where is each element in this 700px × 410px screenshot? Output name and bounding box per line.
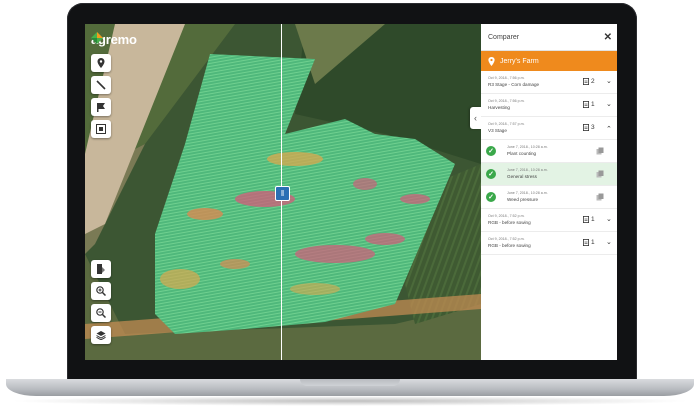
compare-icon	[97, 264, 105, 274]
copy-icon[interactable]	[596, 147, 604, 155]
report-count: 1	[583, 239, 595, 246]
report-row[interactable]: Oct 9, 2018., 7:57 p.m. V3 Stage 3 ⌃	[481, 117, 617, 140]
report-row[interactable]: Oct 9, 2018., 7:52 p.m. RGB - before sow…	[481, 232, 617, 255]
check-icon[interactable]: ✓	[486, 192, 496, 202]
analysis-row[interactable]: ✓ June 7, 2018., 10:28 a.m. General stre…	[481, 163, 617, 186]
panel-title: Comparer	[488, 33, 520, 41]
report-count-value: 1	[591, 239, 595, 246]
flag-icon	[97, 103, 105, 112]
check-icon[interactable]: ✓	[486, 146, 496, 156]
report-date: Oct 9, 2018., 7:52 p.m.	[488, 237, 525, 241]
report-date: Oct 9, 2018., 7:56 p.m.	[488, 99, 525, 103]
analysis-name: Weed pressure	[507, 197, 539, 202]
report-count-value: 1	[591, 216, 595, 223]
close-icon[interactable]: ✕	[604, 32, 612, 43]
report-count-value: 1	[591, 101, 595, 108]
compare-splitter-handle[interactable]: ‖	[275, 186, 290, 201]
ruler-icon	[96, 80, 106, 90]
report-count: 3	[583, 124, 595, 131]
chevron-down-icon[interactable]: ⌄	[606, 77, 612, 85]
document-icon	[583, 216, 589, 223]
report-row[interactable]: Oct 9, 2018., 7:56 p.m. Harvesting 1 ⌄	[481, 94, 617, 117]
grid-tool-button[interactable]	[91, 120, 111, 138]
report-date: Oct 9, 2018., 7:52 p.m.	[488, 214, 525, 218]
analysis-date: June 7, 2018., 10:28 a.m.	[507, 168, 548, 172]
report-count-value: 3	[591, 124, 595, 131]
check-icon[interactable]: ✓	[486, 169, 496, 179]
chevron-down-icon[interactable]: ⌄	[606, 215, 612, 223]
grip-icon: ‖	[280, 189, 285, 198]
layers-button[interactable]	[91, 326, 111, 344]
pin-icon	[97, 58, 105, 68]
map-view[interactable]: agremo ‖ ‹	[85, 24, 481, 360]
panel-collapse-button[interactable]: ‹	[470, 107, 481, 129]
analysis-row[interactable]: ✓ June 7, 2018., 10:28 a.m. Plant counti…	[481, 140, 617, 163]
copy-icon[interactable]	[596, 193, 604, 201]
zoom-out-button[interactable]	[91, 304, 111, 322]
report-count: 1	[583, 216, 595, 223]
report-count: 1	[583, 101, 595, 108]
zoom-in-button[interactable]	[91, 282, 111, 300]
zoom-in-icon	[96, 286, 106, 296]
laptop-shadow	[8, 396, 692, 406]
copy-icon[interactable]	[596, 170, 604, 178]
agremo-logo: agremo	[91, 32, 137, 47]
report-row[interactable]: Oct 9, 2018., 7:56 p.m. R3 Stage - Corn …	[481, 71, 617, 94]
pin-tool-button[interactable]	[91, 54, 111, 72]
chevron-left-icon: ‹	[474, 113, 477, 123]
line-tool-button[interactable]	[91, 76, 111, 94]
report-name: RGB - before sowing	[488, 243, 531, 248]
report-name: R3 Stage - Corn damage	[488, 82, 540, 87]
screen: agremo ‖ ‹ Comparer ✕ Jerry's Farm Oct 9…	[85, 24, 617, 360]
report-name: RGB - before sowing	[488, 220, 531, 225]
grid-icon	[96, 124, 106, 134]
analysis-row[interactable]: ✓ June 7, 2018., 10:28 a.m. Weed pressur…	[481, 186, 617, 209]
chevron-up-icon[interactable]: ⌃	[606, 125, 612, 133]
document-icon	[583, 78, 589, 85]
compare-tool-button[interactable]	[91, 260, 111, 278]
document-icon	[583, 124, 589, 131]
farm-name: Jerry's Farm	[500, 57, 539, 65]
analysis-date: June 7, 2018., 10:28 a.m.	[507, 145, 548, 149]
layers-icon	[96, 331, 106, 340]
chevron-down-icon[interactable]: ⌄	[606, 238, 612, 246]
document-icon	[583, 239, 589, 246]
report-row[interactable]: Oct 9, 2018., 7:52 p.m. RGB - before sow…	[481, 209, 617, 232]
report-date: Oct 9, 2018., 7:57 p.m.	[488, 122, 525, 126]
report-date: Oct 9, 2018., 7:56 p.m.	[488, 76, 525, 80]
document-icon	[583, 101, 589, 108]
location-pin-icon	[488, 56, 495, 66]
report-name: V3 Stage	[488, 128, 507, 133]
report-count: 2	[583, 78, 595, 85]
agremo-leaf-icon	[91, 32, 103, 44]
comparer-panel: Comparer ✕ Jerry's Farm Oct 9, 2018., 7:…	[481, 24, 617, 360]
analysis-name: Plant counting	[507, 151, 537, 156]
analysis-date: June 7, 2018., 10:28 a.m.	[507, 191, 548, 195]
farm-selector[interactable]: Jerry's Farm	[481, 51, 617, 71]
zoom-out-icon	[96, 308, 106, 318]
chevron-down-icon[interactable]: ⌄	[606, 100, 612, 108]
laptop-notch	[300, 379, 400, 386]
report-name: Harvesting	[488, 105, 510, 110]
analysis-name: General stress	[507, 174, 537, 179]
panel-header: Comparer ✕	[481, 24, 617, 51]
report-count-value: 2	[591, 78, 595, 85]
flag-tool-button[interactable]	[91, 98, 111, 116]
